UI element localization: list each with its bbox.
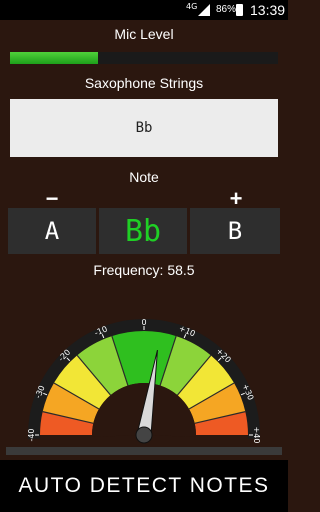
auto-detect-label: AUTO DETECT NOTES bbox=[18, 474, 270, 497]
status-bar: 4G 86% 13:39 bbox=[0, 0, 288, 20]
selected-string: Bb bbox=[135, 120, 153, 136]
battery-percent: 86% bbox=[216, 4, 237, 15]
prev-note-label: A bbox=[44, 217, 60, 245]
gauge-tick-label: 0 bbox=[141, 318, 146, 327]
current-note-label: Bb bbox=[124, 213, 162, 249]
next-note-label: B bbox=[227, 217, 243, 245]
clock: 13:39 bbox=[250, 2, 286, 18]
instrument-label: Saxophone Strings bbox=[84, 75, 204, 91]
prev-note-button[interactable]: A bbox=[8, 208, 96, 254]
gauge-base bbox=[6, 447, 282, 455]
auto-detect-button[interactable]: AUTO DETECT NOTES bbox=[0, 460, 288, 512]
mic-level-label: Mic Level bbox=[114, 26, 174, 42]
tuner-gauge: -40-30-20-100+10+20+30+40 bbox=[6, 318, 282, 455]
gauge-tick-label: -40 bbox=[27, 428, 36, 441]
battery-icon bbox=[236, 4, 243, 16]
signal-icon bbox=[198, 4, 210, 16]
needle-hub bbox=[135, 426, 153, 444]
string-selector[interactable]: Bb bbox=[10, 99, 278, 157]
gauge-tick-label: +40 bbox=[252, 427, 261, 444]
note-label: Note bbox=[129, 169, 159, 185]
mic-level-fill bbox=[10, 52, 99, 64]
current-note-display: Bb bbox=[99, 208, 187, 254]
mic-level-bar bbox=[10, 52, 278, 64]
frequency-readout: Frequency: 58.5 bbox=[93, 262, 195, 278]
network-type: 4G bbox=[186, 2, 198, 11]
next-note-button[interactable]: B bbox=[190, 208, 280, 254]
